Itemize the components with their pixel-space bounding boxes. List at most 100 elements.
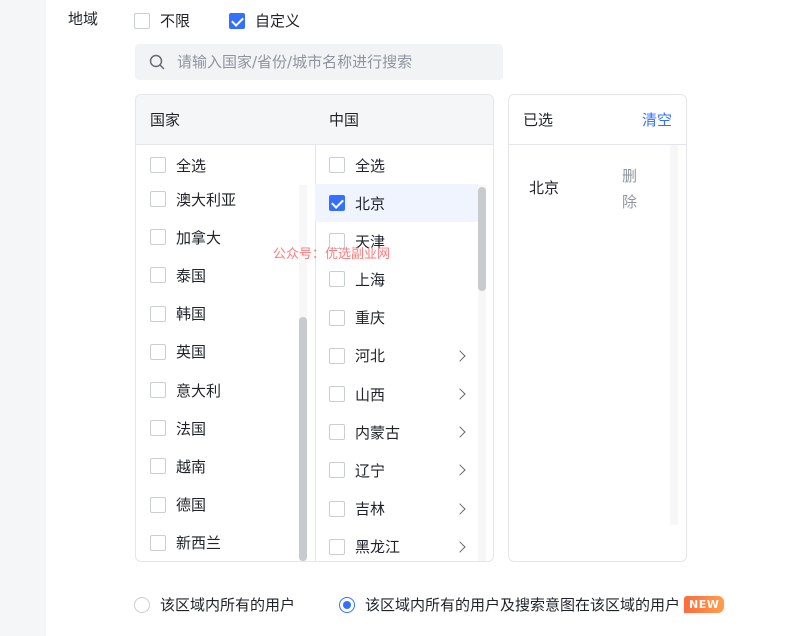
- country-checkbox[interactable]: [150, 382, 166, 398]
- region-column-header: 中国: [315, 95, 493, 145]
- country-label: 澳大利亚: [176, 190, 237, 209]
- country-column: 国家 全选 澳大利亚加拿大泰国韩国英国意大利法国越南德国新西兰: [136, 95, 316, 561]
- country-row[interactable]: 澳大利亚: [136, 180, 236, 218]
- region-label: 北京: [355, 194, 386, 213]
- country-checkbox[interactable]: [150, 267, 166, 284]
- country-select-all-checkbox[interactable]: [150, 157, 166, 173]
- custom-option[interactable]: 自定义: [229, 10, 300, 31]
- region-column: 中国 全选 北京 天津 上海 重庆 河北 山西 内蒙古 辽宁 吉林 黑龙江: [315, 95, 493, 561]
- region-row[interactable]: 内蒙古: [315, 413, 478, 451]
- region-label: 上海: [355, 270, 386, 289]
- chevron-right-icon[interactable]: [454, 350, 466, 362]
- region-checkbox[interactable]: [329, 347, 345, 364]
- country-row[interactable]: 泰国: [136, 256, 206, 294]
- region-checkbox[interactable]: [329, 462, 345, 479]
- chevron-right-icon[interactable]: [454, 388, 466, 400]
- country-row[interactable]: 加拿大: [136, 218, 221, 256]
- region-label: 河北: [355, 347, 386, 366]
- country-select-all[interactable]: 全选: [136, 146, 206, 184]
- region-label: 地域: [68, 10, 99, 28]
- country-checkbox[interactable]: [150, 343, 166, 360]
- country-row[interactable]: 新西兰: [136, 524, 222, 561]
- region-select-all[interactable]: 全选: [315, 146, 385, 184]
- region-row[interactable]: 上海: [315, 260, 478, 298]
- country-label: 法国: [176, 419, 207, 438]
- search-input[interactable]: [175, 52, 499, 72]
- chevron-right-icon[interactable]: [454, 426, 466, 438]
- region-label: 黑龙江: [355, 538, 401, 557]
- region-checkbox[interactable]: [329, 271, 345, 288]
- area-and-intent-users-label: 该区域内所有的用户及搜索意图在该区域的用户: [365, 596, 681, 614]
- country-label: 意大利: [176, 381, 222, 400]
- selected-scrollbar-track[interactable]: [670, 145, 678, 525]
- chevron-right-icon[interactable]: [454, 464, 466, 477]
- region-row[interactable]: 北京: [315, 184, 478, 222]
- country-label: 韩国: [176, 305, 207, 324]
- search-icon: [149, 54, 165, 70]
- country-checkbox[interactable]: [150, 305, 166, 322]
- chevron-right-icon[interactable]: [454, 541, 466, 553]
- clear-button[interactable]: 清空: [642, 109, 672, 130]
- unlimited-label: 不限: [160, 12, 191, 30]
- country-label: 加拿大: [176, 228, 222, 247]
- country-row[interactable]: 英国: [136, 333, 206, 371]
- country-label: 德国: [176, 496, 207, 515]
- country-checkbox[interactable]: [150, 458, 166, 475]
- region-row[interactable]: 黑龙江: [315, 528, 478, 561]
- location-picker: 国家 全选 澳大利亚加拿大泰国韩国英国意大利法国越南德国新西兰 中国 全选 北京…: [135, 94, 494, 562]
- scope-option-area-users[interactable]: 该区域内所有的用户: [134, 594, 295, 615]
- region-label: 重庆: [355, 309, 386, 328]
- region-checkbox[interactable]: [329, 500, 345, 517]
- region-row[interactable]: 重庆: [315, 299, 478, 337]
- region-scrollbar-thumb[interactable]: [478, 187, 486, 291]
- region-select-all-checkbox[interactable]: [329, 157, 345, 173]
- country-column-header: 国家: [136, 95, 315, 145]
- area-and-intent-users-radio[interactable]: [339, 596, 355, 613]
- country-scrollbar-thumb[interactable]: [299, 317, 307, 561]
- region-label: 吉林: [355, 500, 386, 519]
- region-checkbox[interactable]: [329, 386, 345, 402]
- region-label: 山西: [355, 385, 386, 404]
- region-checkbox[interactable]: [329, 538, 345, 555]
- search-box[interactable]: [135, 44, 503, 80]
- custom-checkbox[interactable]: [229, 12, 245, 29]
- country-label: 泰国: [176, 266, 207, 285]
- region-row[interactable]: 河北: [315, 337, 478, 375]
- country-row[interactable]: 越南: [136, 447, 206, 485]
- region-row[interactable]: 山西: [315, 375, 478, 413]
- country-checkbox[interactable]: [150, 229, 166, 246]
- country-label: 新西兰: [176, 534, 222, 553]
- unlimited-option[interactable]: 不限: [134, 10, 190, 31]
- country-row[interactable]: 德国: [136, 486, 206, 524]
- region-checkbox[interactable]: [329, 195, 345, 211]
- chevron-right-icon[interactable]: [454, 502, 466, 515]
- scope-option-area-and-intent-users[interactable]: 该区域内所有的用户及搜索意图在该区域的用户 NEW: [339, 594, 725, 615]
- region-row[interactable]: 辽宁: [315, 451, 478, 489]
- delete-selected-button[interactable]: 删除: [622, 163, 642, 215]
- area-users-radio[interactable]: [134, 596, 150, 613]
- new-badge: NEW: [684, 596, 725, 613]
- region-select-all-label: 全选: [355, 156, 386, 175]
- region-label: 辽宁: [355, 461, 386, 480]
- unlimited-checkbox[interactable]: [134, 12, 150, 29]
- region-checkbox[interactable]: [329, 309, 345, 326]
- country-row[interactable]: 意大利: [136, 371, 221, 409]
- country-checkbox[interactable]: [150, 534, 166, 551]
- country-checkbox[interactable]: [150, 420, 166, 437]
- area-users-label: 该区域内所有的用户: [160, 596, 296, 614]
- selected-panel: 已选 清空 北京 删除: [508, 94, 687, 562]
- country-row[interactable]: 韩国: [136, 295, 206, 333]
- region-label: 内蒙古: [355, 423, 401, 442]
- country-checkbox[interactable]: [150, 191, 166, 207]
- country-checkbox[interactable]: [150, 496, 166, 513]
- watermark-text: 公众号：优选副业网: [273, 247, 391, 262]
- country-row[interactable]: 法国: [136, 409, 206, 447]
- selected-panel-title: 已选: [523, 111, 554, 129]
- region-checkbox[interactable]: [329, 424, 345, 441]
- custom-label: 自定义: [255, 12, 301, 30]
- selected-panel-header: 已选 清空: [509, 95, 686, 145]
- region-row[interactable]: 吉林: [315, 490, 478, 528]
- country-label: 越南: [176, 457, 207, 476]
- country-label: 英国: [176, 343, 207, 362]
- selected-item-label: 北京: [529, 179, 560, 197]
